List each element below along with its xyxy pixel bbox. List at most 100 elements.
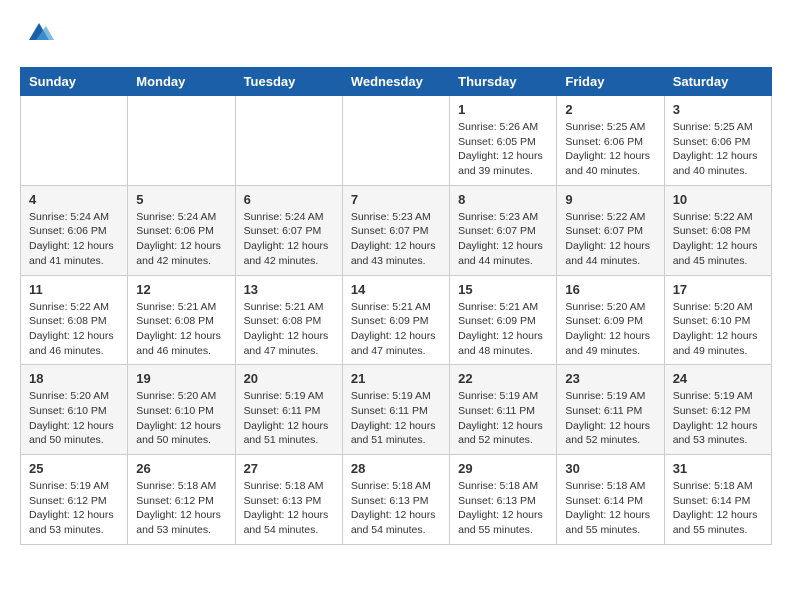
logo	[20, 20, 54, 51]
calendar-cell: 5 Sunrise: 5:24 AMSunset: 6:06 PMDaylight…	[128, 185, 235, 275]
day-number: 18	[29, 371, 119, 386]
day-number: 16	[565, 282, 655, 297]
day-number: 26	[136, 461, 226, 476]
calendar-cell: 1Sunrise: 5:26 AMSunset: 6:05 PMDaylight…	[450, 96, 557, 186]
day-info: Sunrise: 5:19 AMSunset: 6:12 PMDaylight:…	[29, 479, 119, 538]
day-number: 25	[29, 461, 119, 476]
day-number: 20	[244, 371, 334, 386]
calendar-cell	[235, 96, 342, 186]
day-number: 27	[244, 461, 334, 476]
calendar-cell: 19 Sunrise: 5:20 AMSunset: 6:10 PMDayligh…	[128, 365, 235, 455]
calendar-week-1: 1Sunrise: 5:26 AMSunset: 6:05 PMDaylight…	[21, 96, 772, 186]
calendar-cell: 20 Sunrise: 5:19 AMSunset: 6:11 PMDayligh…	[235, 365, 342, 455]
day-info: Sunrise: 5:19 AMSunset: 6:12 PMDaylight:…	[673, 389, 763, 448]
calendar-cell	[21, 96, 128, 186]
calendar-cell: 8 Sunrise: 5:23 AMSunset: 6:07 PMDaylight…	[450, 185, 557, 275]
day-info: Sunrise: 5:21 AMSunset: 6:09 PMDaylight:…	[458, 300, 548, 359]
day-info: Sunrise: 5:19 AMSunset: 6:11 PMDaylight:…	[244, 389, 334, 448]
day-info: Sunrise: 5:24 AMSunset: 6:07 PMDaylight:…	[244, 210, 334, 269]
day-number: 8	[458, 192, 548, 207]
day-info: Sunrise: 5:19 AMSunset: 6:11 PMDaylight:…	[351, 389, 441, 448]
calendar-cell: 18 Sunrise: 5:20 AMSunset: 6:10 PMDayligh…	[21, 365, 128, 455]
day-number: 29	[458, 461, 548, 476]
day-number: 4	[29, 192, 119, 207]
day-number: 23	[565, 371, 655, 386]
weekday-header-monday: Monday	[128, 68, 235, 96]
calendar-cell: 3Sunrise: 5:25 AMSunset: 6:06 PMDaylight…	[664, 96, 771, 186]
day-number: 1	[458, 102, 548, 117]
day-number: 9	[565, 192, 655, 207]
day-number: 2	[565, 102, 655, 117]
calendar-cell: 13 Sunrise: 5:21 AMSunset: 6:08 PMDayligh…	[235, 275, 342, 365]
day-number: 17	[673, 282, 763, 297]
calendar-cell: 12Sunrise: 5:21 AMSunset: 6:08 PMDayligh…	[128, 275, 235, 365]
calendar-cell	[128, 96, 235, 186]
day-info: Sunrise: 5:25 AMSunset: 6:06 PMDaylight:…	[673, 120, 763, 179]
calendar-cell: 24 Sunrise: 5:19 AMSunset: 6:12 PMDayligh…	[664, 365, 771, 455]
day-number: 24	[673, 371, 763, 386]
day-info: Sunrise: 5:24 AMSunset: 6:06 PMDaylight:…	[136, 210, 226, 269]
day-number: 12	[136, 282, 226, 297]
day-info: Sunrise: 5:21 AMSunset: 6:08 PMDaylight:…	[244, 300, 334, 359]
calendar-cell: 2 Sunrise: 5:25 AMSunset: 6:06 PMDaylight…	[557, 96, 664, 186]
calendar-week-5: 25 Sunrise: 5:19 AMSunset: 6:12 PMDayligh…	[21, 455, 772, 545]
day-number: 11	[29, 282, 119, 297]
day-number: 6	[244, 192, 334, 207]
day-info: Sunrise: 5:18 AMSunset: 6:13 PMDaylight:…	[351, 479, 441, 538]
page-header	[20, 20, 772, 51]
calendar-cell: 30Sunrise: 5:18 AMSunset: 6:14 PMDayligh…	[557, 455, 664, 545]
weekday-header-thursday: Thursday	[450, 68, 557, 96]
calendar-cell: 16 Sunrise: 5:20 AMSunset: 6:09 PMDayligh…	[557, 275, 664, 365]
day-info: Sunrise: 5:20 AMSunset: 6:10 PMDaylight:…	[136, 389, 226, 448]
calendar-cell: 10 Sunrise: 5:22 AMSunset: 6:08 PMDayligh…	[664, 185, 771, 275]
day-number: 15	[458, 282, 548, 297]
day-number: 19	[136, 371, 226, 386]
day-info: Sunrise: 5:18 AMSunset: 6:14 PMDaylight:…	[673, 479, 763, 538]
day-number: 5	[136, 192, 226, 207]
calendar-cell: 9 Sunrise: 5:22 AMSunset: 6:07 PMDaylight…	[557, 185, 664, 275]
calendar-cell: 15 Sunrise: 5:21 AMSunset: 6:09 PMDayligh…	[450, 275, 557, 365]
day-number: 14	[351, 282, 441, 297]
day-info: Sunrise: 5:19 AMSunset: 6:11 PMDaylight:…	[458, 389, 548, 448]
calendar-cell: 28 Sunrise: 5:18 AMSunset: 6:13 PMDayligh…	[342, 455, 449, 545]
day-number: 10	[673, 192, 763, 207]
calendar-cell: 26 Sunrise: 5:18 AMSunset: 6:12 PMDayligh…	[128, 455, 235, 545]
logo-icon	[24, 18, 54, 51]
day-number: 7	[351, 192, 441, 207]
day-info: Sunrise: 5:22 AMSunset: 6:07 PMDaylight:…	[565, 210, 655, 269]
weekday-header-friday: Friday	[557, 68, 664, 96]
day-info: Sunrise: 5:20 AMSunset: 6:10 PMDaylight:…	[29, 389, 119, 448]
weekday-header-sunday: Sunday	[21, 68, 128, 96]
calendar-week-4: 18 Sunrise: 5:20 AMSunset: 6:10 PMDayligh…	[21, 365, 772, 455]
day-info: Sunrise: 5:25 AMSunset: 6:06 PMDaylight:…	[565, 120, 655, 179]
calendar-week-3: 11Sunrise: 5:22 AMSunset: 6:08 PMDayligh…	[21, 275, 772, 365]
calendar-cell: 22 Sunrise: 5:19 AMSunset: 6:11 PMDayligh…	[450, 365, 557, 455]
calendar-cell: 17 Sunrise: 5:20 AMSunset: 6:10 PMDayligh…	[664, 275, 771, 365]
calendar-cell: 11Sunrise: 5:22 AMSunset: 6:08 PMDayligh…	[21, 275, 128, 365]
weekday-header-tuesday: Tuesday	[235, 68, 342, 96]
day-info: Sunrise: 5:23 AMSunset: 6:07 PMDaylight:…	[458, 210, 548, 269]
day-number: 22	[458, 371, 548, 386]
day-number: 13	[244, 282, 334, 297]
calendar-cell: 25 Sunrise: 5:19 AMSunset: 6:12 PMDayligh…	[21, 455, 128, 545]
calendar-cell: 7 Sunrise: 5:23 AMSunset: 6:07 PMDaylight…	[342, 185, 449, 275]
day-info: Sunrise: 5:20 AMSunset: 6:10 PMDaylight:…	[673, 300, 763, 359]
day-number: 30	[565, 461, 655, 476]
calendar-cell	[342, 96, 449, 186]
weekday-header-row: SundayMondayTuesdayWednesdayThursdayFrid…	[21, 68, 772, 96]
weekday-header-wednesday: Wednesday	[342, 68, 449, 96]
calendar-cell: 29Sunrise: 5:18 AMSunset: 6:13 PMDayligh…	[450, 455, 557, 545]
day-info: Sunrise: 5:22 AMSunset: 6:08 PMDaylight:…	[673, 210, 763, 269]
day-info: Sunrise: 5:18 AMSunset: 6:12 PMDaylight:…	[136, 479, 226, 538]
day-info: Sunrise: 5:18 AMSunset: 6:13 PMDaylight:…	[244, 479, 334, 538]
day-info: Sunrise: 5:20 AMSunset: 6:09 PMDaylight:…	[565, 300, 655, 359]
calendar-cell: 31Sunrise: 5:18 AMSunset: 6:14 PMDayligh…	[664, 455, 771, 545]
calendar-cell: 23Sunrise: 5:19 AMSunset: 6:11 PMDayligh…	[557, 365, 664, 455]
calendar-cell: 27 Sunrise: 5:18 AMSunset: 6:13 PMDayligh…	[235, 455, 342, 545]
calendar-cell: 14 Sunrise: 5:21 AMSunset: 6:09 PMDayligh…	[342, 275, 449, 365]
day-info: Sunrise: 5:23 AMSunset: 6:07 PMDaylight:…	[351, 210, 441, 269]
day-info: Sunrise: 5:21 AMSunset: 6:09 PMDaylight:…	[351, 300, 441, 359]
calendar-table: SundayMondayTuesdayWednesdayThursdayFrid…	[20, 67, 772, 545]
calendar-cell: 6 Sunrise: 5:24 AMSunset: 6:07 PMDaylight…	[235, 185, 342, 275]
day-number: 28	[351, 461, 441, 476]
